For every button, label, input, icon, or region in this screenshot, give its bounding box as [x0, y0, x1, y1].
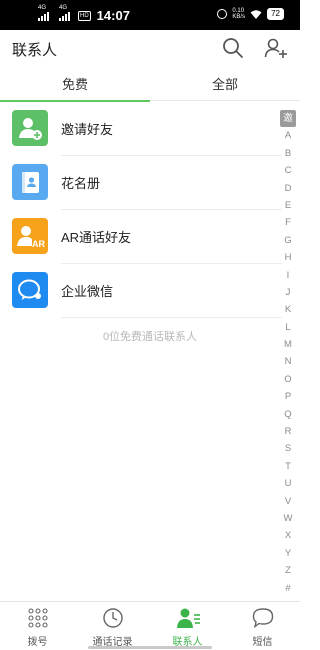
- search-icon[interactable]: [222, 37, 244, 59]
- index-letter[interactable]: P: [280, 388, 296, 405]
- index-letter[interactable]: B: [280, 145, 296, 162]
- svg-text:AR: AR: [32, 239, 45, 249]
- index-letter[interactable]: D: [280, 180, 296, 197]
- list-item-label: 企业微信: [61, 284, 114, 299]
- index-letter[interactable]: X: [280, 527, 296, 544]
- index-letter[interactable]: U: [280, 475, 296, 492]
- add-contact-icon: [12, 110, 48, 146]
- hd-badge: HD: [78, 10, 91, 21]
- contact-list: 邀请好友 花名册 AR AR通话好友 企业微信: [0, 101, 282, 318]
- status-right: 0.10 KB/s 72: [217, 8, 284, 20]
- signal-icon: 4G: [38, 5, 49, 21]
- contacts-icon: [177, 608, 200, 628]
- list-item-ar-friends[interactable]: AR AR通话好友: [0, 209, 282, 264]
- list-item-label: 邀请好友: [61, 122, 114, 137]
- wifi-icon: [250, 9, 262, 19]
- index-letter[interactable]: Y: [280, 545, 296, 562]
- index-letter[interactable]: Q: [280, 406, 296, 423]
- index-letter[interactable]: K: [280, 301, 296, 318]
- alphabet-index[interactable]: 邀 A B C D E F G H I J K L M N O P Q R S T U V W X Y Z #: [280, 110, 296, 597]
- index-letter[interactable]: J: [280, 284, 296, 301]
- nav-messages[interactable]: 短信: [225, 602, 300, 650]
- index-letter[interactable]: #: [280, 580, 296, 597]
- index-letter[interactable]: T: [280, 458, 296, 475]
- signal-type-label-2: 4G: [59, 4, 68, 11]
- nav-label: 短信: [252, 637, 273, 648]
- page-title: 联系人: [12, 42, 58, 59]
- tab-bar: 免费 全部: [0, 70, 300, 102]
- index-letter[interactable]: E: [280, 197, 296, 214]
- roster-book-icon: [12, 164, 48, 200]
- net-speed-unit: KB/s: [232, 14, 246, 20]
- ar-contact-icon: AR: [12, 218, 48, 254]
- dialpad-icon: [28, 608, 48, 628]
- index-letter[interactable]: F: [280, 214, 296, 231]
- index-letter[interactable]: N: [280, 353, 296, 370]
- wecom-icon: [12, 272, 48, 308]
- message-icon: [252, 608, 274, 629]
- signal-type-label: 4G: [38, 4, 47, 11]
- index-letter[interactable]: G: [280, 232, 296, 249]
- battery-indicator: 72: [267, 8, 284, 20]
- net-speed: 0.10 KB/s: [232, 8, 245, 20]
- tab-all[interactable]: 全部: [150, 70, 300, 101]
- tab-free[interactable]: 免费: [0, 70, 150, 102]
- index-letter[interactable]: Z: [280, 562, 296, 579]
- index-letter[interactable]: H: [280, 249, 296, 266]
- index-letter[interactable]: L: [280, 319, 296, 336]
- status-bar: 4G 4G HD 14:07 0.10 KB/s 72: [0, 0, 300, 30]
- index-letter[interactable]: W: [280, 510, 296, 527]
- clock-icon: [103, 608, 123, 628]
- nav-contacts[interactable]: 联系人: [150, 602, 225, 650]
- divider: [61, 317, 282, 318]
- index-letter[interactable]: A: [280, 127, 296, 144]
- status-time: 14:07: [96, 8, 130, 23]
- index-letter[interactable]: C: [280, 162, 296, 179]
- nav-dialpad[interactable]: 拨号: [0, 602, 75, 650]
- list-item-wecom[interactable]: 企业微信: [0, 263, 282, 318]
- status-left: 4G 4G HD 14:07: [38, 5, 130, 23]
- app-bar: 联系人: [0, 30, 300, 68]
- nav-call-log[interactable]: 通话记录: [75, 602, 150, 650]
- index-letter[interactable]: I: [280, 267, 296, 284]
- index-letter[interactable]: V: [280, 493, 296, 510]
- bottom-nav: 拨号 通话记录 联系人 短信: [0, 601, 300, 650]
- index-letter[interactable]: M: [280, 336, 296, 353]
- list-item-roster[interactable]: 花名册: [0, 155, 282, 210]
- index-letter[interactable]: 邀: [280, 110, 296, 128]
- list-item-label: 花名册: [61, 176, 101, 191]
- list-item-invite-friends[interactable]: 邀请好友: [0, 101, 282, 156]
- index-letter[interactable]: O: [280, 371, 296, 388]
- add-contact-icon[interactable]: [264, 37, 288, 59]
- signal-icon-2: 4G: [59, 5, 70, 21]
- empty-contacts-text: 0位免费通话联系人: [102, 331, 198, 343]
- list-item-label: AR通话好友: [61, 230, 132, 245]
- nav-label: 拨号: [27, 637, 48, 648]
- index-letter[interactable]: R: [280, 423, 296, 440]
- alarm-icon: [217, 9, 228, 19]
- index-letter[interactable]: S: [280, 440, 296, 457]
- home-indicator: [88, 646, 212, 649]
